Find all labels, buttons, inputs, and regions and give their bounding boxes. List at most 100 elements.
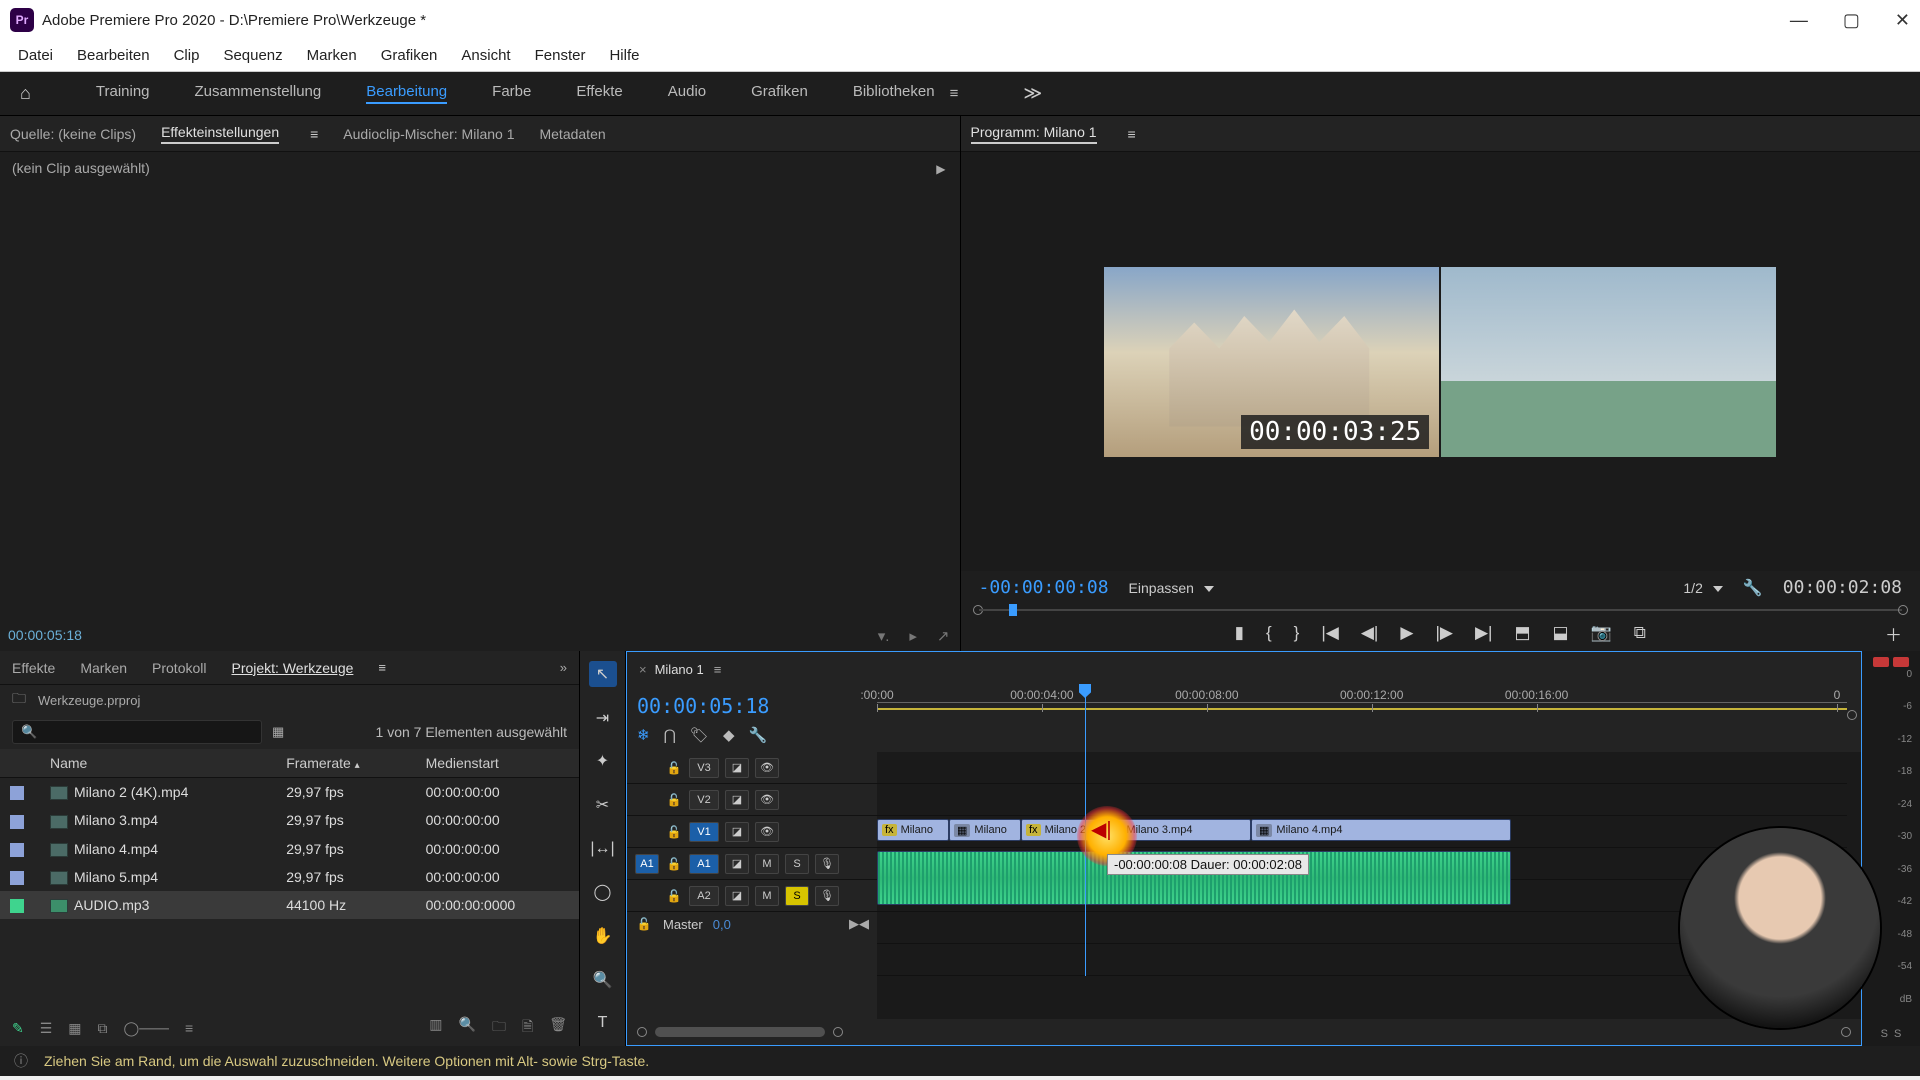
freeform-view-icon[interactable]: ⧉ <box>98 1020 108 1037</box>
project-tab[interactable]: Protokoll <box>152 660 206 676</box>
settings-icon[interactable]: 🔧 <box>1743 578 1763 598</box>
razor-tool[interactable]: ✂ <box>589 792 617 818</box>
audio-track-head-a2[interactable]: 🔓A2◪MS🎙 <box>627 880 877 912</box>
video-clip[interactable]: fxMilano <box>877 819 949 841</box>
table-row[interactable]: Milano 2 (4K).mp429,97 fps00:00:00:00 <box>0 778 579 807</box>
workspace-overflow-icon[interactable]: ≫ <box>1023 83 1042 104</box>
delete-icon[interactable]: 🗑 <box>549 1016 567 1040</box>
type-tool[interactable]: T <box>589 1010 617 1036</box>
table-row[interactable]: AUDIO.mp344100 Hz00:00:00:0000 <box>0 891 579 919</box>
lift-icon[interactable]: ⬒ <box>1514 623 1530 643</box>
wrench-icon[interactable]: 🔧 <box>748 726 767 744</box>
audio-meter[interactable]: 0-6-12-18-24-30-36-42-48-54dB S S <box>1862 651 1920 1046</box>
filter-bin-icon[interactable]: ▦ <box>272 724 284 740</box>
tab-menu-icon[interactable]: ≡ <box>310 126 318 142</box>
table-row[interactable]: Milano 3.mp429,97 fps00:00:00:00 <box>0 806 579 834</box>
source-tab[interactable]: Effekteinstellungen <box>161 124 279 144</box>
selection-tool[interactable]: ↖ <box>589 661 617 687</box>
bin-icon[interactable]: 🗀 <box>12 688 26 712</box>
button-editor-icon[interactable]: ＋ <box>1885 621 1902 646</box>
table-row[interactable]: Milano 5.mp429,97 fps00:00:00:00 <box>0 863 579 891</box>
menu-clip[interactable]: Clip <box>162 43 212 68</box>
maximize-button[interactable]: ▢ <box>1843 10 1860 31</box>
hand-tool[interactable]: ✋ <box>589 923 617 949</box>
snap-icon[interactable]: ❄ <box>637 726 650 744</box>
list-view-icon[interactable]: ☰ <box>40 1020 53 1037</box>
source-tab[interactable]: Quelle: (keine Clips) <box>10 126 136 142</box>
video-clip[interactable]: ▦Milano 4.mp4 <box>1251 819 1511 841</box>
menu-fenster[interactable]: Fenster <box>523 43 598 68</box>
program-tab-menu-icon[interactable]: ≡ <box>1128 126 1136 142</box>
play-icon[interactable]: ▶ <box>1400 623 1413 643</box>
workspace-zusammenstellung[interactable]: Zusammenstellung <box>195 83 322 104</box>
close-seq-icon[interactable]: × <box>639 662 647 677</box>
video-track-head-v2[interactable]: 🔓V2◪👁 <box>627 784 877 816</box>
timeline-zoom-bar[interactable] <box>627 1019 1861 1045</box>
find-icon[interactable]: 🔍 <box>459 1016 476 1040</box>
workspace-grafiken[interactable]: Grafiken <box>751 83 808 104</box>
close-button[interactable]: ✕ <box>1895 10 1910 31</box>
workspace-farbe[interactable]: Farbe <box>492 83 531 104</box>
timeline-ruler[interactable]: :00:0000:00:04:0000:00:08:0000:00:12:000… <box>877 686 1861 752</box>
column-framerate[interactable]: Framerate ▴ <box>276 749 415 778</box>
new-item-plus-icon[interactable]: 🗎 <box>522 1016 533 1040</box>
overwrite-icon[interactable]: ↗ <box>937 627 950 645</box>
comparison-view-icon[interactable]: ⧉ <box>1634 623 1646 643</box>
project-search-input[interactable]: 🔍 <box>12 720 262 744</box>
project-tab[interactable]: Effekte <box>12 660 55 676</box>
program-duration-tc[interactable]: 00:00:02:08 <box>1783 577 1902 598</box>
menu-hilfe[interactable]: Hilfe <box>597 43 651 68</box>
tab-menu-icon[interactable]: ≡ <box>378 660 386 675</box>
program-timecode[interactable]: -00:00:00:08 <box>979 577 1109 598</box>
source-tab[interactable]: Audioclip-Mischer: Milano 1 <box>343 126 514 142</box>
video-track-head-v1[interactable]: 🔓V1◪👁 <box>627 816 877 848</box>
track-select-tool[interactable]: ⇥ <box>589 705 617 731</box>
linked-selection-icon[interactable]: ⋂ <box>664 726 676 744</box>
zoom-dropdown[interactable]: 1/2 <box>1683 580 1722 596</box>
add-marker-icon[interactable]: ▮ <box>1235 623 1244 643</box>
export-frame-icon[interactable]: 📷 <box>1591 623 1612 643</box>
project-table[interactable]: NameFramerate ▴Medienstart Milano 2 (4K)… <box>0 749 579 1010</box>
ripple-edit-tool[interactable]: ✦ <box>589 748 617 774</box>
source-timecode[interactable]: 00:00:05:18 <box>8 627 82 643</box>
table-row[interactable]: Milano 4.mp429,97 fps00:00:00:00 <box>0 835 579 863</box>
tabs-overflow-icon[interactable]: » <box>560 660 567 675</box>
icon-view-icon[interactable]: ▦ <box>68 1020 81 1037</box>
menu-grafiken[interactable]: Grafiken <box>369 43 450 68</box>
source-tab[interactable]: Metadaten <box>539 126 605 142</box>
workspace-menu-icon[interactable]: ≡ <box>950 85 959 102</box>
mark-in-icon[interactable]: { <box>1266 623 1272 643</box>
program-monitor[interactable]: 00:00:03:25 00;00;00;00 <box>961 152 1920 571</box>
column-medienstart[interactable]: Medienstart <box>416 749 579 778</box>
program-tab[interactable]: Programm: Milano 1 <box>971 124 1097 144</box>
solo-left[interactable]: S <box>1881 1028 1888 1040</box>
auto-seq-icon[interactable]: ▥ <box>429 1016 442 1040</box>
minimize-button[interactable]: — <box>1790 10 1808 31</box>
filter-icon[interactable]: ▾. <box>878 627 890 645</box>
workspace-bibliotheken[interactable]: Bibliotheken <box>853 83 935 104</box>
new-bin-icon[interactable]: 🗀 <box>492 1016 506 1040</box>
zoom-tool[interactable]: 🔍 <box>589 967 617 993</box>
insert-icon[interactable]: ▸ <box>909 627 917 645</box>
video-clip[interactable]: ▦Milano 3.mp4 <box>1101 819 1251 841</box>
zoom-slider-knob[interactable]: ◯─── <box>124 1020 169 1037</box>
menu-sequenz[interactable]: Sequenz <box>211 43 294 68</box>
menu-bearbeiten[interactable]: Bearbeiten <box>65 43 162 68</box>
menu-bar[interactable]: DateiBearbeitenClipSequenzMarkenGrafiken… <box>0 40 1920 72</box>
new-item-icon[interactable]: ✎ <box>12 1020 24 1037</box>
fit-dropdown[interactable]: Einpassen <box>1129 580 1214 596</box>
solo-right[interactable]: S <box>1894 1028 1901 1040</box>
project-tab[interactable]: Marken <box>80 660 127 676</box>
pen-tool[interactable]: ◯ <box>589 879 617 905</box>
playhead-line[interactable] <box>1085 752 1086 976</box>
timeline-timecode[interactable]: 00:00:05:18 <box>637 694 867 718</box>
menu-marken[interactable]: Marken <box>295 43 369 68</box>
step-back-icon[interactable]: ◀| <box>1361 623 1379 643</box>
sequence-menu-icon[interactable]: ≡ <box>714 662 722 677</box>
menu-datei[interactable]: Datei <box>6 43 65 68</box>
video-clip[interactable]: ▦Milano <box>949 819 1021 841</box>
marker-icon[interactable]: 🏷 <box>690 726 709 744</box>
extract-icon[interactable]: ⬓ <box>1553 623 1569 643</box>
program-playbar[interactable] <box>979 604 1903 615</box>
step-fwd-icon[interactable]: |▶ <box>1435 623 1453 643</box>
